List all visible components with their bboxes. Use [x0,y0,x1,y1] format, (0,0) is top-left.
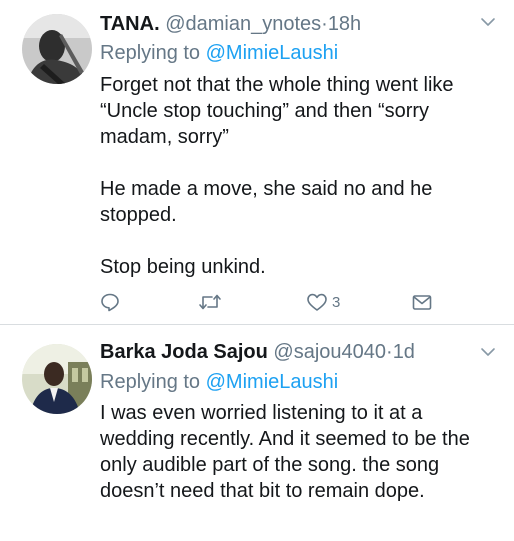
tweet[interactable]: TANA. @damian_ynotes·18h Replying to @Mi… [0,0,514,325]
avatar-image [22,344,92,414]
tweet-paragraph: Forget not that the whole thing went lik… [100,74,454,148]
replying-to-label: Replying to [100,42,201,64]
replying-to-mention[interactable]: @MimieLaushi [206,42,339,64]
separator-dot: · [321,13,328,35]
reply-button[interactable] [100,290,120,314]
replying-to-line: Replying to @MimieLaushi [100,370,338,394]
like-icon [307,293,327,311]
chevron-down-icon[interactable] [480,346,496,358]
display-name[interactable]: TANA. [100,13,160,35]
user-handle[interactable]: @damian_ynotes [165,13,321,35]
retweet-icon [199,294,221,310]
replying-to-mention[interactable]: @MimieLaushi [206,371,339,393]
tweet-header: Barka Joda Sajou @sajou4040·1d [100,340,415,364]
direct-message-icon [412,295,432,310]
timestamp[interactable]: 1d [393,341,415,363]
replying-to-label: Replying to [100,371,201,393]
tweet-paragraph: He made a move, she said no and he stopp… [100,178,433,226]
tweet-text: I was even worried listening to it at a … [100,400,500,504]
user-handle[interactable]: @sajou4040 [273,341,386,363]
tweet[interactable]: Barka Joda Sajou @sajou4040·1d Replying … [0,326,514,541]
tweet-header: TANA. @damian_ynotes·18h [100,12,361,36]
tweet-actions: 3 [100,290,440,314]
tweet-paragraph: Stop being unkind. [100,256,266,278]
like-button[interactable]: 3 [306,290,340,314]
direct-message-button[interactable] [411,290,433,314]
like-count: 3 [332,293,341,311]
display-name[interactable]: Barka Joda Sajou [100,341,268,363]
avatar[interactable] [22,14,92,84]
timestamp[interactable]: 18h [328,13,361,35]
tweet-text: Forget not that the whole thing went lik… [100,72,500,280]
retweet-button[interactable] [198,290,222,314]
replying-to-line: Replying to @MimieLaushi [100,41,338,65]
tweet-paragraph: I was even worried listening to it at a … [100,402,470,502]
separator-dot: · [386,341,393,363]
avatar-image [22,14,92,84]
reply-icon [101,293,119,312]
avatar[interactable] [22,344,92,414]
chevron-down-icon[interactable] [480,16,496,28]
